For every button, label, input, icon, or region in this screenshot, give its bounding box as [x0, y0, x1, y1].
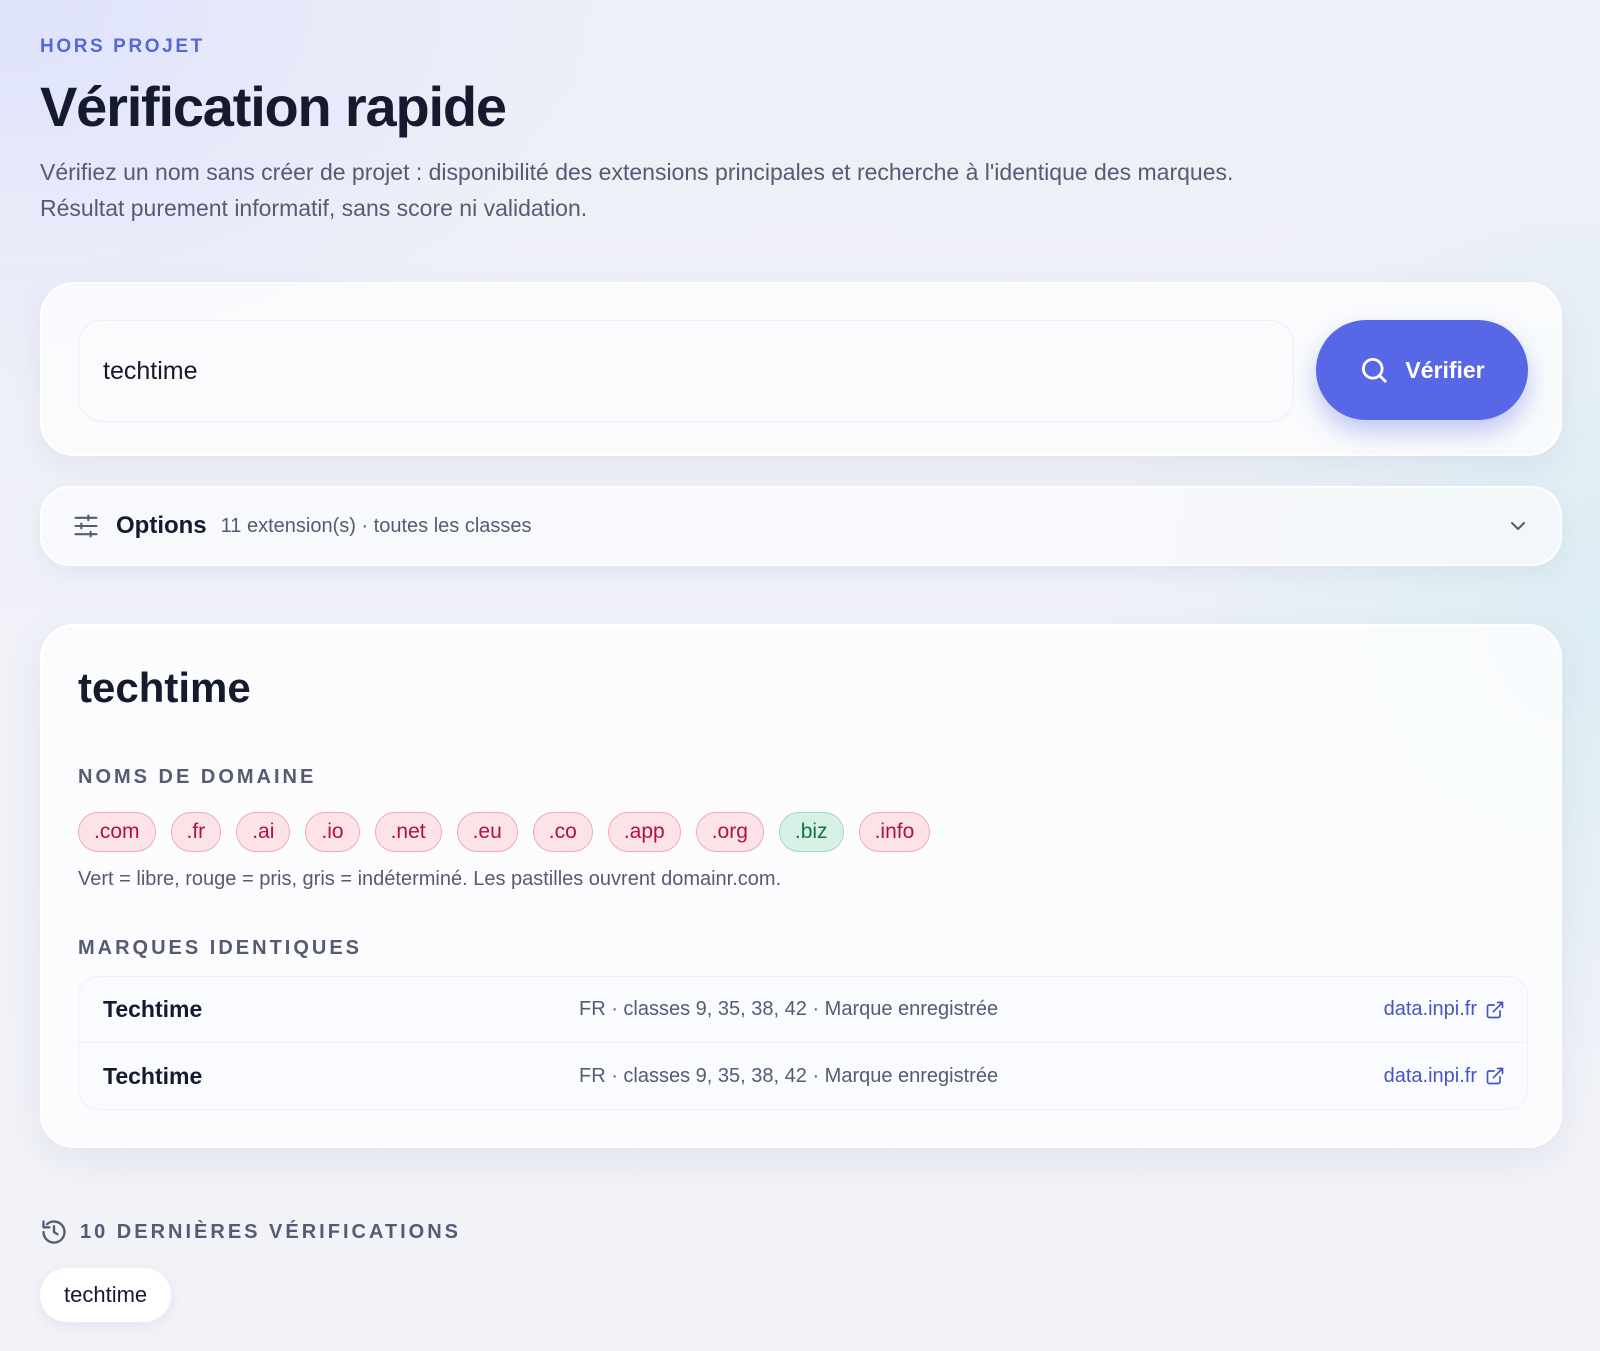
domains-legend: Vert = libre, rouge = pris, gris = indét… [78, 868, 782, 890]
options-label: Options [116, 512, 207, 539]
page-subtitle: Vérifiez un nom sans créer de projet : d… [40, 159, 1234, 221]
history-label: 10 DERNIÈRES VÉRIFICATIONS [80, 1220, 462, 1243]
page-title: Vérification rapide [40, 75, 507, 138]
mark-link-label: data.inpi.fr [1383, 1064, 1477, 1087]
domain-chip[interactable]: .org [695, 812, 764, 852]
marks-table: Techtime FR · classes 9, 35, 38, 42 · Ma… [78, 976, 1528, 1110]
domain-chip[interactable]: .co [532, 812, 593, 852]
mark-link-label: data.inpi.fr [1383, 998, 1477, 1020]
domain-chip[interactable]: .net [374, 812, 442, 852]
result-name: techtime [78, 664, 251, 711]
history-heading: 10 DERNIÈRES VÉRIFICATIONS [40, 1218, 461, 1246]
verify-button[interactable]: Vérifier [1316, 320, 1528, 420]
search-input[interactable] [78, 320, 1294, 422]
domain-chip[interactable]: .biz [778, 812, 844, 852]
external-link-icon [1486, 1067, 1504, 1085]
page-eyebrow: HORS PROJET [40, 36, 205, 57]
domain-chip[interactable]: .eu [456, 812, 518, 852]
options-summary: 11 extension(s) · toutes les classes [220, 514, 532, 537]
search-icon [1362, 358, 1387, 383]
domain-chip[interactable]: .com [78, 812, 156, 852]
verify-button-label: Vérifier [1405, 356, 1485, 383]
external-link-icon [1486, 1001, 1504, 1018]
result-card: techtime NOMS DE DOMAINE .com .fr .ai .io .n… [40, 624, 1562, 1148]
domain-chip[interactable]: .fr [170, 812, 222, 852]
history-item[interactable]: techtime [40, 1268, 172, 1322]
chevron-down-icon [1511, 522, 1525, 530]
domain-chip[interactable]: .info [858, 812, 931, 852]
mark-link[interactable]: data.inpi.fr [1384, 1065, 1505, 1088]
mark-name: Techtime [103, 996, 203, 1022]
mark-link[interactable]: data.inpi.fr [1384, 998, 1505, 1021]
options-toggle[interactable]: Options 11 extension(s) · toutes les cla… [40, 486, 1562, 566]
domain-chip[interactable]: .app [607, 812, 681, 852]
domains-heading: NOMS DE DOMAINE [78, 766, 317, 788]
table-row: Techtime FR · classes 9, 35, 38, 42 · Ma… [79, 1043, 1527, 1109]
table-row: Techtime FR · classes 9, 35, 38, 42 · Ma… [79, 977, 1527, 1043]
domain-chip[interactable]: .ai [236, 812, 291, 852]
mark-meta: FR · classes 9, 35, 38, 42 · Marque enre… [579, 1064, 999, 1087]
history-icon [42, 1220, 66, 1244]
sliders-icon [74, 514, 98, 538]
mark-name: Techtime [103, 1062, 203, 1089]
domain-chip[interactable]: .io [305, 812, 360, 852]
domain-chips: .com .fr .ai .io .net .eu .co .app .org .biz .info [78, 812, 931, 852]
search-card: Vérifier [40, 282, 1562, 456]
marks-heading: MARQUES IDENTIQUES [78, 937, 363, 959]
mark-meta: FR · classes 9, 35, 38, 42 · Marque enre… [579, 998, 999, 1020]
